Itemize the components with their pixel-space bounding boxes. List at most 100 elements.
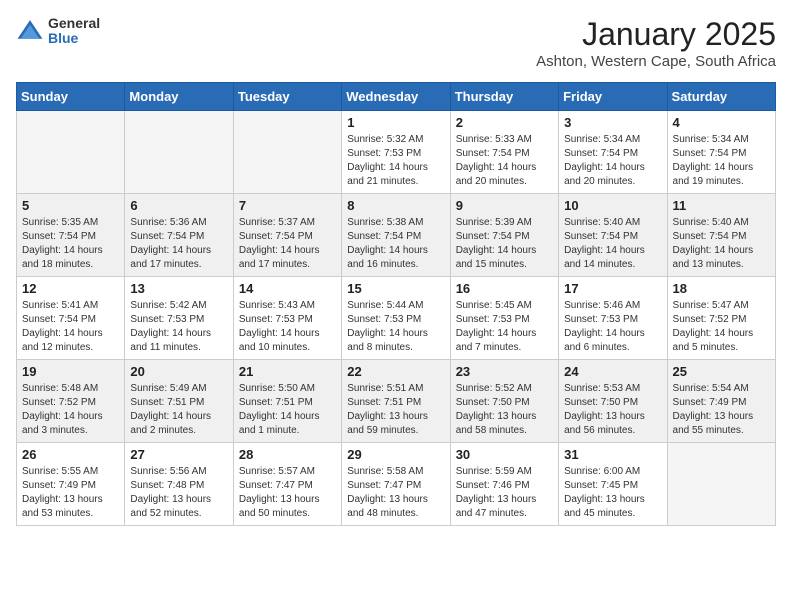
- day-info: Sunrise: 5:34 AMSunset: 7:54 PMDaylight:…: [564, 133, 661, 189]
- day-number: 15: [347, 281, 444, 296]
- calendar-cell: 13Sunrise: 5:42 AMSunset: 7:53 PMDayligh…: [125, 277, 233, 360]
- day-number: 18: [673, 281, 770, 296]
- day-info: Sunrise: 6:00 AMSunset: 7:45 PMDaylight:…: [564, 465, 661, 521]
- weekday-header-thursday: Thursday: [450, 83, 558, 111]
- day-number: 16: [456, 281, 553, 296]
- day-number: 27: [130, 447, 227, 462]
- day-number: 7: [239, 198, 336, 213]
- logo-general-text: General: [48, 16, 100, 31]
- day-info: Sunrise: 5:39 AMSunset: 7:54 PMDaylight:…: [456, 216, 553, 272]
- calendar-cell: [233, 111, 341, 194]
- calendar-cell: 16 Sunrise: 5:45 AMSunset: 7:53 PMDayligh…: [450, 277, 558, 360]
- calendar-cell: 11Sunrise: 5:40 AMSunset: 7:54 PMDayligh…: [667, 194, 775, 277]
- calendar-cell: 30 Sunrise: 5:59 AMSunset: 7:46 PMDayligh…: [450, 443, 558, 526]
- day-number: 26: [22, 447, 119, 462]
- calendar-cell: 1 Sunrise: 5:32 AMSunset: 7:53 PMDaylight…: [342, 111, 450, 194]
- title-block: January 2025 Ashton, Western Cape, South…: [536, 16, 776, 70]
- day-number: 1: [347, 115, 444, 130]
- location: Ashton, Western Cape, South Africa: [536, 53, 776, 70]
- weekday-header-wednesday: Wednesday: [342, 83, 450, 111]
- day-info: Sunrise: 5:58 AMSunset: 7:47 PMDaylight:…: [347, 465, 444, 521]
- day-number: 12: [22, 281, 119, 296]
- calendar-cell: 3 Sunrise: 5:34 AMSunset: 7:54 PMDaylight…: [559, 111, 667, 194]
- calendar-cell: 8 Sunrise: 5:38 AMSunset: 7:54 PMDaylight…: [342, 194, 450, 277]
- day-info: Sunrise: 5:42 AMSunset: 7:53 PMDaylight:…: [130, 299, 227, 355]
- calendar-cell: [667, 443, 775, 526]
- weekday-header-tuesday: Tuesday: [233, 83, 341, 111]
- calendar-cell: 20Sunrise: 5:49 AMSunset: 7:51 PMDayligh…: [125, 360, 233, 443]
- day-info: Sunrise: 5:53 AMSunset: 7:50 PMDaylight:…: [564, 382, 661, 438]
- day-number: 10: [564, 198, 661, 213]
- calendar-cell: 26 Sunrise: 5:55 AMSunset: 7:49 PMDayligh…: [17, 443, 125, 526]
- weekday-header-sunday: Sunday: [17, 83, 125, 111]
- day-info: Sunrise: 5:34 AMSunset: 7:54 PMDaylight:…: [673, 133, 770, 189]
- calendar-table: SundayMondayTuesdayWednesdayThursdayFrid…: [16, 82, 776, 526]
- day-number: 28: [239, 447, 336, 462]
- weekday-header-saturday: Saturday: [667, 83, 775, 111]
- day-info: Sunrise: 5:36 AMSunset: 7:54 PMDaylight:…: [130, 216, 227, 272]
- page-header: General Blue January 2025 Ashton, Wester…: [16, 16, 776, 70]
- day-number: 14: [239, 281, 336, 296]
- day-info: Sunrise: 5:48 AMSunset: 7:52 PMDaylight:…: [22, 382, 119, 438]
- day-number: 31: [564, 447, 661, 462]
- calendar-week-5: 26 Sunrise: 5:55 AMSunset: 7:49 PMDayligh…: [17, 443, 776, 526]
- weekday-header-row: SundayMondayTuesdayWednesdayThursdayFrid…: [17, 83, 776, 111]
- day-number: 29: [347, 447, 444, 462]
- calendar-cell: 14 Sunrise: 5:43 AMSunset: 7:53 PMDayligh…: [233, 277, 341, 360]
- day-info: Sunrise: 5:35 AMSunset: 7:54 PMDaylight:…: [22, 216, 119, 272]
- calendar-cell: 4 Sunrise: 5:34 AMSunset: 7:54 PMDaylight…: [667, 111, 775, 194]
- day-info: Sunrise: 5:40 AMSunset: 7:54 PMDaylight:…: [564, 216, 661, 272]
- day-number: 22: [347, 364, 444, 379]
- day-info: Sunrise: 5:49 AMSunset: 7:51 PMDaylight:…: [130, 382, 227, 438]
- logo-icon: [16, 17, 44, 45]
- day-info: Sunrise: 5:32 AMSunset: 7:53 PMDaylight:…: [347, 133, 444, 189]
- calendar-cell: 28 Sunrise: 5:57 AMSunset: 7:47 PMDayligh…: [233, 443, 341, 526]
- calendar-cell: 31 Sunrise: 6:00 AMSunset: 7:45 PMDayligh…: [559, 443, 667, 526]
- calendar-cell: 12 Sunrise: 5:41 AMSunset: 7:54 PMDayligh…: [17, 277, 125, 360]
- day-number: 2: [456, 115, 553, 130]
- calendar-week-3: 12 Sunrise: 5:41 AMSunset: 7:54 PMDayligh…: [17, 277, 776, 360]
- day-info: Sunrise: 5:38 AMSunset: 7:54 PMDaylight:…: [347, 216, 444, 272]
- day-info: Sunrise: 5:51 AMSunset: 7:51 PMDaylight:…: [347, 382, 444, 438]
- day-info: Sunrise: 5:43 AMSunset: 7:53 PMDaylight:…: [239, 299, 336, 355]
- day-info: Sunrise: 5:50 AMSunset: 7:51 PMDaylight:…: [239, 382, 336, 438]
- calendar-cell: 21 Sunrise: 5:50 AMSunset: 7:51 PMDayligh…: [233, 360, 341, 443]
- day-info: Sunrise: 5:37 AMSunset: 7:54 PMDaylight:…: [239, 216, 336, 272]
- day-number: 30: [456, 447, 553, 462]
- day-info: Sunrise: 5:52 AMSunset: 7:50 PMDaylight:…: [456, 382, 553, 438]
- calendar-week-1: 1 Sunrise: 5:32 AMSunset: 7:53 PMDaylight…: [17, 111, 776, 194]
- calendar-week-2: 5 Sunrise: 5:35 AMSunset: 7:54 PMDaylight…: [17, 194, 776, 277]
- calendar-cell: [125, 111, 233, 194]
- calendar-cell: 7 Sunrise: 5:37 AMSunset: 7:54 PMDaylight…: [233, 194, 341, 277]
- calendar-cell: 15Sunrise: 5:44 AMSunset: 7:53 PMDayligh…: [342, 277, 450, 360]
- weekday-header-friday: Friday: [559, 83, 667, 111]
- day-info: Sunrise: 5:56 AMSunset: 7:48 PMDaylight:…: [130, 465, 227, 521]
- day-info: Sunrise: 5:33 AMSunset: 7:54 PMDaylight:…: [456, 133, 553, 189]
- day-info: Sunrise: 5:59 AMSunset: 7:46 PMDaylight:…: [456, 465, 553, 521]
- day-number: 4: [673, 115, 770, 130]
- weekday-header-monday: Monday: [125, 83, 233, 111]
- logo: General Blue: [16, 16, 100, 47]
- day-number: 24: [564, 364, 661, 379]
- day-number: 8: [347, 198, 444, 213]
- day-number: 11: [673, 198, 770, 213]
- day-info: Sunrise: 5:41 AMSunset: 7:54 PMDaylight:…: [22, 299, 119, 355]
- day-info: Sunrise: 5:57 AMSunset: 7:47 PMDaylight:…: [239, 465, 336, 521]
- day-number: 25: [673, 364, 770, 379]
- calendar-cell: 5 Sunrise: 5:35 AMSunset: 7:54 PMDaylight…: [17, 194, 125, 277]
- calendar-cell: 23Sunrise: 5:52 AMSunset: 7:50 PMDayligh…: [450, 360, 558, 443]
- day-number: 3: [564, 115, 661, 130]
- day-number: 21: [239, 364, 336, 379]
- day-number: 5: [22, 198, 119, 213]
- day-number: 6: [130, 198, 227, 213]
- month-title: January 2025: [536, 16, 776, 53]
- calendar-cell: 24 Sunrise: 5:53 AMSunset: 7:50 PMDayligh…: [559, 360, 667, 443]
- calendar-cell: 2 Sunrise: 5:33 AMSunset: 7:54 PMDaylight…: [450, 111, 558, 194]
- day-info: Sunrise: 5:55 AMSunset: 7:49 PMDaylight:…: [22, 465, 119, 521]
- day-number: 17: [564, 281, 661, 296]
- day-info: Sunrise: 5:45 AMSunset: 7:53 PMDaylight:…: [456, 299, 553, 355]
- day-info: Sunrise: 5:54 AMSunset: 7:49 PMDaylight:…: [673, 382, 770, 438]
- logo-blue-text: Blue: [48, 31, 100, 46]
- calendar-cell: 22 Sunrise: 5:51 AMSunset: 7:51 PMDayligh…: [342, 360, 450, 443]
- logo-text: General Blue: [48, 16, 100, 47]
